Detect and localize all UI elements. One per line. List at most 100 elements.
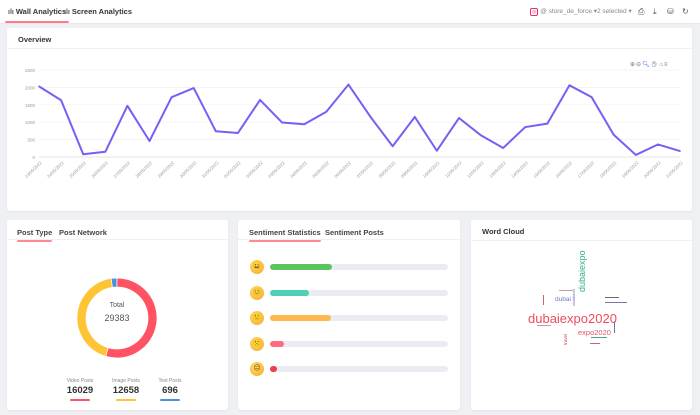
word: dubaiexpo — [577, 250, 587, 292]
data-point[interactable] — [104, 150, 107, 153]
sentiment-progress-bar — [270, 264, 448, 270]
data-point[interactable] — [524, 126, 527, 128]
data-point[interactable] — [413, 116, 416, 118]
x-tick-label: 06/06/2022 — [333, 160, 352, 179]
data-point[interactable] — [502, 147, 504, 149]
y-tick-label: 500 — [27, 138, 35, 143]
sentiment-progress-fill — [270, 340, 285, 347]
sentiment-progress-bar — [270, 340, 448, 347]
data-point[interactable] — [634, 154, 637, 156]
sentiment-progress-bar — [270, 315, 448, 321]
word: dubaiexpo2020 — [528, 311, 617, 326]
legend-text-posts: Text Posts 696 — [145, 378, 195, 401]
sentiment-progress-fill — [270, 264, 333, 270]
slightly-smiling-face-icon: 🙂 — [250, 311, 264, 325]
data-point[interactable] — [458, 117, 460, 119]
sentiment-progress-fill — [270, 289, 310, 296]
data-point[interactable] — [215, 130, 217, 133]
word: visitdubai — [571, 289, 576, 306]
x-tick-label: 08/06/2022 — [378, 160, 397, 179]
sentiment-card: Sentiment Statistics Sentiment Posts 😀 😊 🙂… — [238, 220, 460, 410]
y-tick-label: 0 — [32, 155, 35, 160]
data-point[interactable] — [303, 123, 306, 126]
donut-total-value: 29383 — [104, 313, 129, 323]
data-point[interactable] — [325, 110, 328, 113]
x-tick-label: 19/06/2022 — [621, 160, 640, 179]
x-tick-label: 10/06/2022 — [422, 160, 441, 179]
x-tick-label: 26/05/2022 — [90, 160, 109, 179]
x-tick-label: 11/06/2022 — [444, 160, 463, 179]
sentiment-progress-fill — [270, 366, 278, 372]
x-tick-label: 07/06/2022 — [356, 160, 375, 179]
tab-sentiment-posts[interactable]: Sentiment Posts — [325, 228, 384, 237]
data-point[interactable] — [259, 99, 261, 101]
data-point[interactable] — [38, 85, 40, 88]
data-point[interactable] — [679, 150, 681, 152]
data-point[interactable] — [369, 116, 372, 118]
x-tick-label: 12/06/2022 — [466, 160, 485, 179]
data-point[interactable] — [590, 96, 593, 98]
sentiment-row: ☹ — [250, 362, 450, 376]
data-point[interactable] — [281, 121, 283, 124]
legend-video-posts: Video Posts 16029 — [55, 378, 105, 401]
word: expo2020 — [578, 328, 611, 337]
data-point[interactable] — [480, 134, 482, 137]
smiling-face-icon: 😊 — [250, 285, 264, 300]
x-tick-label: 20/06/2022 — [643, 160, 662, 179]
x-tick-label: 02/06/2022 — [245, 160, 264, 179]
data-point[interactable] — [170, 96, 173, 98]
y-tick-label: 2500 — [25, 68, 36, 73]
x-tick-label: 25/05/2022 — [68, 160, 87, 179]
y-tick-label: 1000 — [25, 120, 36, 125]
x-tick-label: 28/05/2022 — [134, 160, 153, 179]
word-cloud-title: Word Cloud — [482, 227, 525, 236]
x-tick-label: 27/05/2022 — [112, 160, 131, 179]
sentiment-row: 😀 — [250, 260, 450, 274]
x-tick-label: 14/06/2022 — [510, 160, 529, 179]
x-tick-label: 03/06/2022 — [267, 160, 286, 179]
sentiment-row: 😊 — [250, 285, 450, 300]
tab-sentiment-statistics[interactable]: Sentiment Statistics — [249, 228, 321, 242]
data-point[interactable] — [126, 105, 129, 107]
x-tick-label: 09/06/2022 — [400, 160, 419, 179]
x-tick-label: 05/06/2022 — [311, 160, 330, 179]
frowning-face-icon: ☹ — [250, 362, 264, 376]
y-tick-label: 1500 — [25, 103, 36, 108]
x-tick-label: 17/06/2022 — [577, 160, 596, 179]
post-type-card: Post Type Post Network Total 29383 Video… — [7, 220, 228, 410]
word: travel — [563, 333, 568, 345]
sentiment-progress-bar — [270, 366, 448, 372]
x-tick-label: 23/05/2022 — [24, 160, 43, 179]
data-point[interactable] — [60, 99, 62, 102]
word: dubai — [555, 296, 571, 303]
x-tick-label: 30/05/2022 — [179, 160, 198, 179]
slightly-frowning-face-icon: 🙁 — [250, 336, 264, 351]
x-tick-label: 16/06/2022 — [554, 160, 573, 179]
x-tick-label: 24/05/2022 — [46, 160, 65, 179]
x-tick-label: 13/06/2022 — [488, 160, 507, 179]
sentiment-progress-fill — [270, 315, 331, 321]
data-point[interactable] — [657, 143, 659, 146]
sentiment-progress-bar — [270, 289, 448, 296]
data-point[interactable] — [391, 145, 394, 148]
data-point[interactable] — [612, 133, 615, 136]
data-point[interactable] — [82, 153, 85, 156]
data-point[interactable] — [347, 83, 350, 86]
series-line — [38, 83, 681, 156]
data-point[interactable] — [546, 122, 549, 125]
x-tick-label: 31/05/2022 — [201, 160, 220, 179]
y-tick-label: 2000 — [25, 85, 36, 90]
x-tick-label: 15/06/2022 — [532, 160, 551, 179]
x-tick-label: 01/06/2022 — [223, 160, 242, 179]
x-tick-label: 29/05/2022 — [157, 160, 176, 179]
data-point[interactable] — [148, 140, 151, 142]
x-tick-label: 18/06/2022 — [599, 160, 618, 179]
legend-image-posts: Image Posts 12658 — [101, 378, 151, 401]
data-point[interactable] — [568, 84, 571, 87]
data-point[interactable] — [192, 87, 195, 89]
sentiment-row: 🙂 — [250, 311, 450, 325]
x-tick-label: 21/06/2022 — [665, 160, 684, 179]
data-point[interactable] — [436, 149, 438, 152]
x-tick-label: 04/06/2022 — [289, 160, 308, 179]
data-point[interactable] — [237, 132, 239, 134]
